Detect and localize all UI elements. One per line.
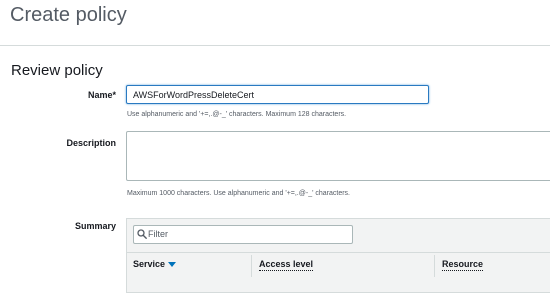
resource-label: Resource xyxy=(442,259,484,271)
caret-down-icon[interactable] xyxy=(168,262,176,267)
description-textarea[interactable] xyxy=(126,131,550,181)
name-label: Name* xyxy=(87,90,116,100)
filter-placeholder: Filter xyxy=(148,229,168,239)
description-hint: Maximum 1000 characters. Use alphanumeri… xyxy=(127,190,350,197)
policy-name-input[interactable] xyxy=(126,85,429,104)
table-header-divider xyxy=(126,252,550,253)
column-separator xyxy=(251,255,252,277)
column-header-service[interactable]: Service xyxy=(133,259,165,269)
access-level-label: Access level xyxy=(259,259,314,271)
column-separator xyxy=(434,255,435,277)
summary-label: Summary xyxy=(74,221,116,231)
title-divider xyxy=(0,45,550,46)
name-hint: Use alphanumeric and '+=,.@-_' character… xyxy=(127,111,347,118)
page-title: Create policy xyxy=(10,4,127,26)
description-label: Description xyxy=(66,138,116,148)
column-header-access-level[interactable]: Access level xyxy=(259,259,314,271)
section-heading: Review policy xyxy=(11,62,103,79)
column-header-resource[interactable]: Resource xyxy=(442,259,484,271)
search-icon xyxy=(137,229,147,239)
